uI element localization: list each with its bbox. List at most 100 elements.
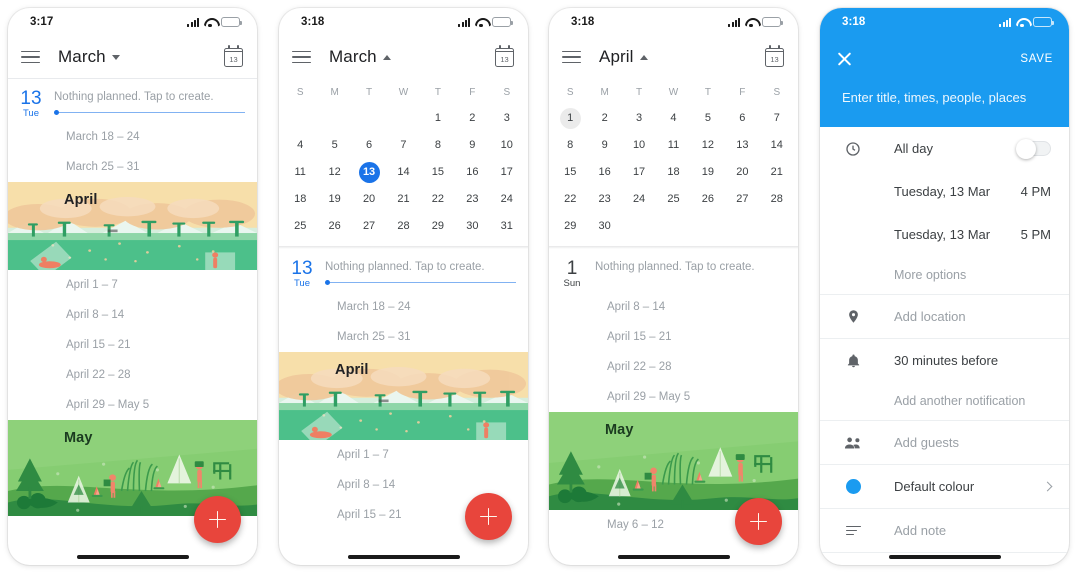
add-event-fab[interactable] — [194, 496, 241, 543]
day-cell[interactable]: 25 — [283, 213, 317, 240]
start-date-row[interactable]: Tuesday, 13 Mar 4 PM — [820, 170, 1069, 213]
day-cell[interactable]: 31 — [490, 213, 524, 240]
day-cell[interactable]: 30 — [587, 213, 621, 240]
day-cell[interactable]: 19 — [317, 186, 351, 213]
week-range-row[interactable]: April 8 – 14 — [8, 300, 257, 330]
day-cell[interactable]: 7 — [760, 105, 794, 132]
day-cell[interactable]: 17 — [622, 159, 656, 186]
event-title-input[interactable]: Enter title, times, people, places — [820, 82, 1069, 127]
day-cell-selected[interactable]: 1 — [553, 105, 587, 132]
day-cell[interactable]: 26 — [691, 186, 725, 213]
end-time-value[interactable]: 5 PM — [1021, 227, 1051, 242]
day-cell[interactable]: 30 — [455, 213, 489, 240]
day-cell[interactable]: 16 — [455, 159, 489, 186]
day-cell[interactable]: 8 — [553, 132, 587, 159]
day-cell[interactable]: 2 — [587, 105, 621, 132]
week-range-row[interactable]: April 15 – 21 — [8, 330, 257, 360]
schedule-day-row[interactable]: 1 Sun Nothing planned. Tap to create. — [549, 249, 798, 292]
week-range-row[interactable]: April 29 – May 5 — [549, 382, 798, 412]
week-range-row[interactable]: April 1 – 7 — [279, 440, 528, 470]
notification-row[interactable]: 30 minutes before — [820, 339, 1069, 382]
start-time-value[interactable]: 4 PM — [1021, 184, 1051, 199]
all-day-row[interactable]: All day — [820, 127, 1069, 170]
day-cell[interactable]: 5 — [691, 105, 725, 132]
day-cell[interactable] — [283, 105, 317, 132]
end-date-row[interactable]: Tuesday, 13 Mar 5 PM — [820, 213, 1069, 256]
week-range-row[interactable]: March 25 – 31 — [8, 152, 257, 182]
day-cell[interactable] — [317, 105, 351, 132]
empty-day-note[interactable]: Nothing planned. Tap to create. — [54, 88, 245, 103]
calendar-today-icon[interactable]: 13 — [765, 45, 784, 67]
day-cell[interactable]: 16 — [587, 159, 621, 186]
add-event-fab[interactable] — [735, 498, 782, 545]
add-event-fab[interactable] — [465, 493, 512, 540]
day-cell[interactable]: 3 — [622, 105, 656, 132]
day-cell[interactable]: 21 — [760, 159, 794, 186]
empty-day-note[interactable]: Nothing planned. Tap to create. — [325, 258, 516, 273]
hamburger-icon[interactable] — [562, 50, 581, 64]
day-cell[interactable]: 20 — [725, 159, 759, 186]
day-cell[interactable]: 4 — [656, 105, 690, 132]
day-cell[interactable]: 14 — [386, 159, 420, 186]
day-cell[interactable]: 9 — [587, 132, 621, 159]
day-cell[interactable]: 24 — [490, 186, 524, 213]
more-options-row[interactable]: More options — [820, 256, 1069, 294]
day-cell[interactable]: 22 — [553, 186, 587, 213]
default-colour-row[interactable]: Default colour — [820, 465, 1069, 508]
day-cell[interactable]: 1 — [421, 105, 455, 132]
day-cell[interactable]: 7 — [386, 132, 420, 159]
day-cell[interactable] — [656, 213, 690, 240]
day-cell[interactable]: 26 — [317, 213, 351, 240]
day-cell[interactable]: 28 — [386, 213, 420, 240]
day-cell[interactable]: 2 — [455, 105, 489, 132]
hamburger-icon[interactable] — [292, 50, 311, 64]
page-title[interactable]: April — [599, 47, 634, 67]
day-cell[interactable]: 6 — [352, 132, 386, 159]
day-cell[interactable]: 12 — [317, 159, 351, 186]
day-cell[interactable]: 27 — [352, 213, 386, 240]
page-title[interactable]: March — [329, 47, 377, 67]
day-cell[interactable]: 23 — [587, 186, 621, 213]
calendar-today-icon[interactable]: 13 — [495, 45, 514, 67]
page-title[interactable]: March — [58, 47, 106, 67]
day-cell[interactable]: 12 — [691, 132, 725, 159]
day-cell[interactable] — [352, 105, 386, 132]
day-cell[interactable]: 27 — [725, 186, 759, 213]
day-cell[interactable]: 18 — [656, 159, 690, 186]
day-cell[interactable]: 6 — [725, 105, 759, 132]
day-cell[interactable] — [622, 213, 656, 240]
day-cell[interactable] — [760, 213, 794, 240]
chevron-down-icon[interactable] — [111, 54, 120, 60]
day-cell[interactable]: 23 — [455, 186, 489, 213]
chevron-up-icon[interactable] — [382, 54, 391, 60]
week-range-row[interactable]: March 25 – 31 — [279, 322, 528, 352]
day-cell[interactable] — [725, 213, 759, 240]
close-icon[interactable] — [836, 51, 853, 68]
day-cell[interactable]: 29 — [421, 213, 455, 240]
day-cell[interactable]: 8 — [421, 132, 455, 159]
day-cell[interactable]: 5 — [317, 132, 351, 159]
day-cell[interactable]: 24 — [622, 186, 656, 213]
save-button[interactable]: SAVE — [1020, 53, 1053, 65]
day-cell[interactable]: 17 — [490, 159, 524, 186]
day-cell[interactable] — [691, 213, 725, 240]
schedule-day-row[interactable]: 13 Tue Nothing planned. Tap to create. — [8, 79, 257, 122]
day-cell[interactable]: 21 — [386, 186, 420, 213]
add-location-row[interactable]: Add location — [820, 295, 1069, 338]
week-range-row[interactable]: March 18 – 24 — [8, 122, 257, 152]
day-cell[interactable]: 9 — [455, 132, 489, 159]
day-cell[interactable]: 10 — [490, 132, 524, 159]
add-note-row[interactable]: Add note — [820, 509, 1069, 552]
day-cell[interactable]: 3 — [490, 105, 524, 132]
week-range-row[interactable]: March 18 – 24 — [279, 292, 528, 322]
chevron-right-icon[interactable] — [1042, 481, 1053, 492]
empty-day-note[interactable]: Nothing planned. Tap to create. — [595, 258, 786, 273]
day-cell[interactable] — [386, 105, 420, 132]
day-cell[interactable]: 18 — [283, 186, 317, 213]
day-cell[interactable]: 15 — [421, 159, 455, 186]
day-cell[interactable]: 11 — [283, 159, 317, 186]
day-cell[interactable]: 10 — [622, 132, 656, 159]
day-cell[interactable]: 29 — [553, 213, 587, 240]
day-cell[interactable]: 25 — [656, 186, 690, 213]
day-cell[interactable]: 14 — [760, 132, 794, 159]
